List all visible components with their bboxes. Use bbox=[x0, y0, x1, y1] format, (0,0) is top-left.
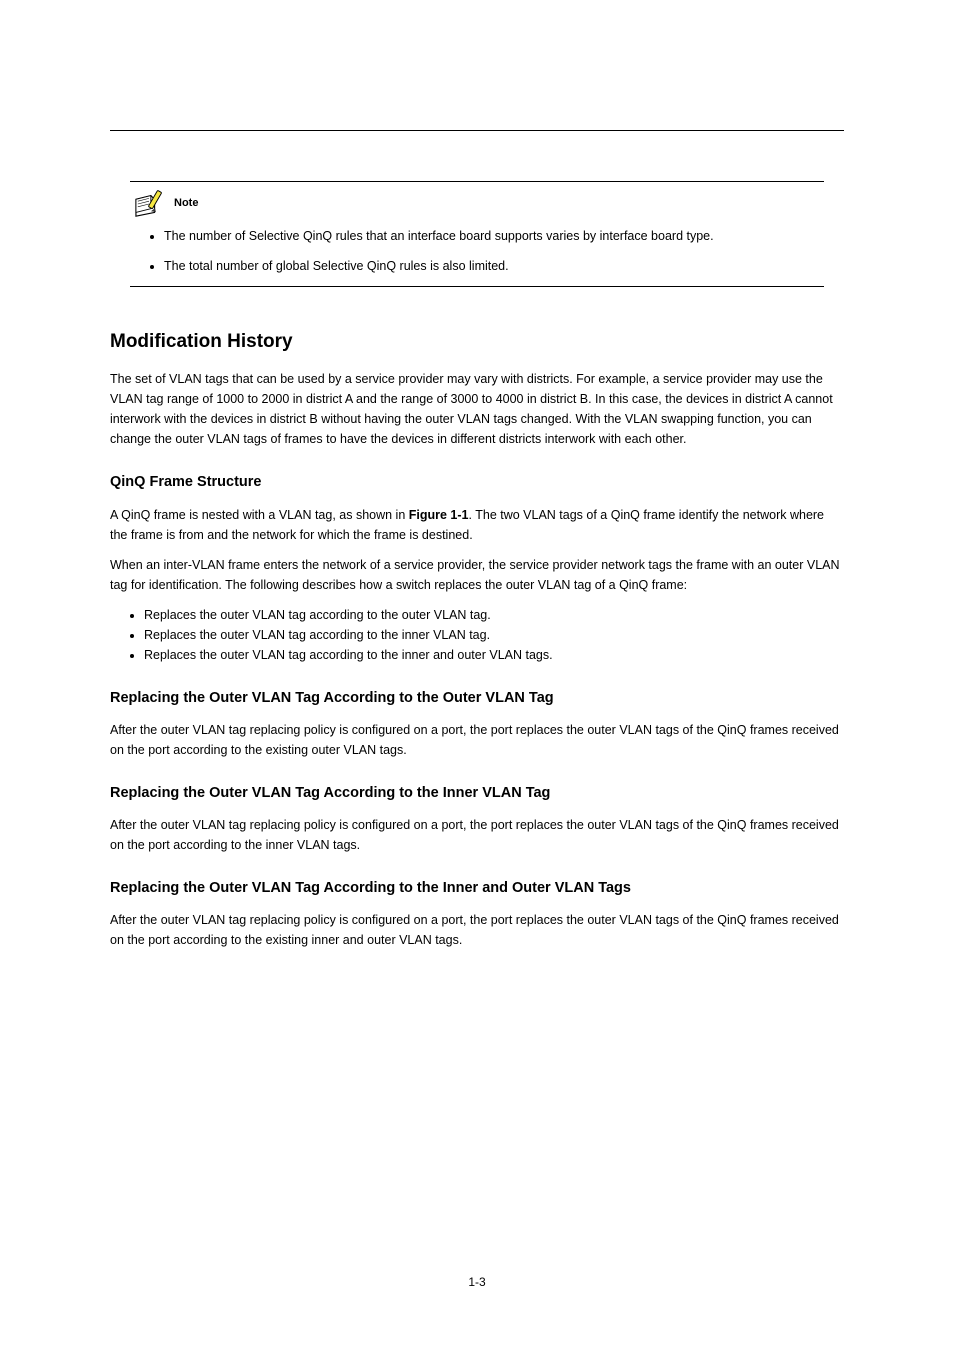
subheading-replace-outer-by-both: Replacing the Outer VLAN Tag According t… bbox=[110, 877, 844, 900]
replace-outer-by-outer-paragraph: After the outer VLAN tag replacing polic… bbox=[110, 720, 844, 760]
replace-outer-by-both-paragraph: After the outer VLAN tag replacing polic… bbox=[110, 910, 844, 950]
qinq-paragraph-1: A QinQ frame is nested with a VLAN tag, … bbox=[110, 505, 844, 545]
note-header: Note bbox=[130, 190, 824, 218]
subheading-replace-outer-by-outer: Replacing the Outer VLAN Tag According t… bbox=[110, 687, 844, 710]
figure-link[interactable]: Figure 1-1 bbox=[409, 508, 469, 522]
list-item: Replaces the outer VLAN tag according to… bbox=[144, 605, 844, 625]
replace-methods-list: Replaces the outer VLAN tag according to… bbox=[110, 605, 844, 665]
note-label: Note bbox=[174, 195, 198, 213]
note-item: The total number of global Selective Qin… bbox=[164, 256, 824, 276]
subheading-qinq-frame-structure: QinQ Frame Structure bbox=[110, 471, 844, 494]
qinq-paragraph-2: When an inter-VLAN frame enters the netw… bbox=[110, 555, 844, 595]
qinq-p1-prefix: A QinQ frame is nested with a VLAN tag, … bbox=[110, 508, 409, 522]
top-horizontal-rule bbox=[110, 130, 844, 131]
subheading-replace-outer-by-inner: Replacing the Outer VLAN Tag According t… bbox=[110, 782, 844, 805]
note-icon bbox=[130, 190, 168, 218]
note-bottom-rule bbox=[130, 286, 824, 287]
note-item: The number of Selective QinQ rules that … bbox=[164, 226, 824, 246]
section-title-modification-history: Modification History bbox=[110, 327, 844, 357]
note-top-rule bbox=[130, 181, 824, 182]
page-number: 1-3 bbox=[0, 1273, 954, 1292]
list-item: Replaces the outer VLAN tag according to… bbox=[144, 645, 844, 665]
note-box: Note The number of Selective QinQ rules … bbox=[130, 181, 824, 287]
note-list: The number of Selective QinQ rules that … bbox=[130, 226, 824, 276]
list-item: Replaces the outer VLAN tag according to… bbox=[144, 625, 844, 645]
replace-outer-by-inner-paragraph: After the outer VLAN tag replacing polic… bbox=[110, 815, 844, 855]
intro-paragraph: The set of VLAN tags that can be used by… bbox=[110, 369, 844, 449]
